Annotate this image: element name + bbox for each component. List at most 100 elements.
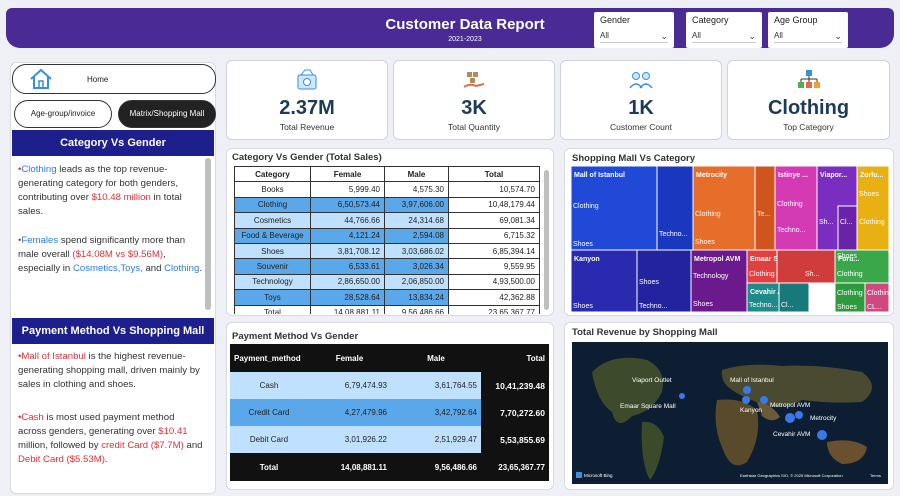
home-label: Home	[87, 74, 109, 84]
table-cell: 23,65,367.77	[481, 453, 549, 481]
home-button[interactable]: Home	[12, 64, 216, 94]
table-row[interactable]: Total 14,08,881.11 9,56,486.66 23,65,367.77	[230, 453, 549, 481]
treemap-category-label: Cl...	[840, 219, 853, 226]
treemap-category-label: Sh...	[805, 271, 819, 278]
map-copyright: Earthstar Geographics SIO, © 2025 Micros…	[740, 473, 843, 478]
table-cell: 10,574.70	[448, 181, 540, 198]
table-row[interactable]: Food & Beverage 4,121.24 2,594.08 6,715.32	[234, 227, 540, 244]
column-header[interactable]: Female	[310, 166, 385, 183]
gender-slicer-label: Gender	[600, 15, 631, 25]
treemap-category-label: Techno...	[659, 231, 687, 238]
treemap-category-label: Clothing	[749, 271, 775, 278]
category-slicer-label: Category	[692, 15, 729, 25]
column-header[interactable]: Male	[384, 166, 449, 183]
map-terms-link[interactable]: Terms	[870, 473, 881, 478]
table-row[interactable]: Souvenir 6,533.61 3,026.34 9,559.95	[234, 258, 540, 275]
table-cell: 5,999.40	[310, 181, 385, 198]
map-label: Cevahir AVM	[773, 431, 810, 438]
table1-scroll[interactable]: Category Female Male Total Books 5,999.40…	[234, 166, 542, 314]
table-cell: 3,81,708.12	[310, 242, 385, 260]
matrix-shopping-mall-button[interactable]: Matrix/Shopping Mall	[118, 100, 216, 128]
treemap-cell[interactable]	[837, 205, 858, 251]
column-header[interactable]: Category	[234, 166, 311, 183]
table-cell: 6,50,573.44	[310, 196, 385, 214]
chevron-down-icon[interactable]: ⌄	[660, 31, 668, 42]
map-label: Metrocity	[810, 415, 837, 422]
treemap-category-label: Shoes	[639, 279, 659, 286]
column-header[interactable]: Payment_method	[230, 344, 308, 372]
column-header[interactable]: Female	[308, 344, 391, 372]
treemap-category-label: Shoes	[573, 241, 593, 248]
category-slicer-value[interactable]: All	[692, 31, 701, 42]
table-cell: 4,93,500.00	[448, 273, 540, 291]
table-row[interactable]: Debit Card 3,01,926.22 2,51,929.47 5,53,855…	[230, 426, 549, 453]
table-row[interactable]: Books 5,999.40 4,575.30 10,574.70	[234, 181, 540, 198]
quantity-icon	[463, 72, 485, 88]
kpi-customer-count: 1K Customer Count	[560, 60, 722, 140]
category-icon	[797, 70, 820, 88]
column-header[interactable]: Total	[448, 166, 540, 183]
table-cell: 6,85,394.14	[448, 242, 540, 260]
customers-icon	[629, 72, 653, 89]
age-group-slicer[interactable]: Age Group All ⌄	[768, 12, 848, 48]
table-row[interactable]: Clothing 6,50,573.44 3,97,606.00 10,48,179.…	[234, 196, 540, 214]
treemap-category-label: Clothing	[859, 219, 885, 226]
treemap-cell[interactable]	[746, 249, 778, 284]
table-cell: 3,03,686.02	[384, 242, 449, 260]
treemap-mall-label: Metropol AVM	[694, 256, 740, 263]
table-cell: 24,314.68	[384, 212, 449, 229]
table-cell: 3,01,926.22	[308, 426, 391, 453]
table-row[interactable]: Shoes 3,81,708.12 3,03,686.02 6,85,394.14	[234, 242, 540, 260]
treemap-cell[interactable]	[776, 249, 836, 284]
age-group-invoice-button[interactable]: Age-group/invoice	[14, 100, 112, 128]
table-row[interactable]: Toys 28,528.64 13,834.24 42,362.88	[234, 289, 540, 306]
table-row[interactable]: Credit Card 4,27,479.96 3,42,792.64 7,70,27…	[230, 399, 549, 426]
report-title: Customer Data Report	[385, 16, 545, 33]
scrollbar[interactable]	[205, 158, 211, 310]
kpi-label: Customer Count	[610, 122, 672, 132]
scrollbar[interactable]	[544, 170, 549, 310]
map-label: Emaar Square Mall	[620, 403, 676, 410]
treemap-mall-label: Mall of Istanbul	[574, 172, 625, 179]
kpi-value: Clothing	[767, 97, 850, 119]
table-row[interactable]: Cash 6,79,474.93 3,61,764.55 10,41,239.48	[230, 372, 549, 399]
treemap-category-label: Clothing	[867, 290, 889, 297]
treemap-category-label: Techno...	[777, 227, 805, 234]
revenue-map[interactable]: Viaport Outlet Mall of Istanbul Emaar Sq…	[572, 342, 888, 484]
treemap-category-label: Techno...	[749, 302, 777, 309]
table-cell: 14,08,881.11	[310, 304, 385, 314]
category-slicer[interactable]: Category All ⌄	[686, 12, 762, 48]
treemap-category-label: Shoes	[837, 253, 857, 260]
table-row[interactable]: Technology 2,86,650.00 2,06,850.00 4,93,500…	[234, 273, 540, 291]
table-row[interactable]: Total 14,08,881.11 9,56,486.66 23,65,367.77	[234, 304, 540, 314]
bing-logo-icon	[576, 472, 582, 478]
chevron-down-icon[interactable]: ⌄	[748, 31, 756, 42]
chevron-down-icon[interactable]: ⌄	[834, 31, 842, 42]
gender-slicer[interactable]: Gender All ⌄	[594, 12, 674, 48]
table-cell: 2,51,929.47	[391, 426, 481, 453]
table-cell: 28,528.64	[310, 289, 385, 306]
table-cell: 2,594.08	[384, 227, 449, 244]
mall-category-treemap[interactable]: Mall of Istanbul Clothing Shoes Techno... Me…	[571, 166, 889, 312]
category-vs-gender-heading: Category Vs Gender	[12, 130, 214, 156]
table-cell: 6,79,474.93	[308, 372, 391, 399]
treemap-cell[interactable]	[754, 166, 776, 251]
payment-gender-table: Payment_method Female Male Total Cash 6,7…	[230, 344, 549, 481]
column-header[interactable]: Male	[391, 344, 481, 372]
table-cell: 3,026.34	[384, 258, 449, 275]
gender-slicer-value[interactable]: All	[600, 31, 609, 42]
age-group-slicer-value[interactable]: All	[774, 31, 783, 42]
kpi-total-quantity: 3K Total Quantity	[393, 60, 555, 140]
treemap-mall-label: Metrocity	[696, 172, 727, 179]
treemap-category-label: CL...	[867, 304, 882, 311]
treemap-mall-label: Kanyon	[574, 256, 600, 263]
map-label: Mall of Istanbul	[730, 377, 774, 384]
table-row[interactable]: Cosmetics 44,766.66 24,314.68 69,081.34	[234, 212, 540, 229]
table-cell: 9,56,486.66	[384, 304, 449, 314]
treemap-category-label: Clothing	[837, 271, 863, 278]
table-cell: Souvenir	[234, 258, 311, 275]
table-cell: Technology	[234, 273, 311, 291]
column-header[interactable]: Total	[481, 344, 549, 372]
table-cell: Debit Card	[230, 426, 308, 453]
table-cell: Cash	[230, 372, 308, 399]
